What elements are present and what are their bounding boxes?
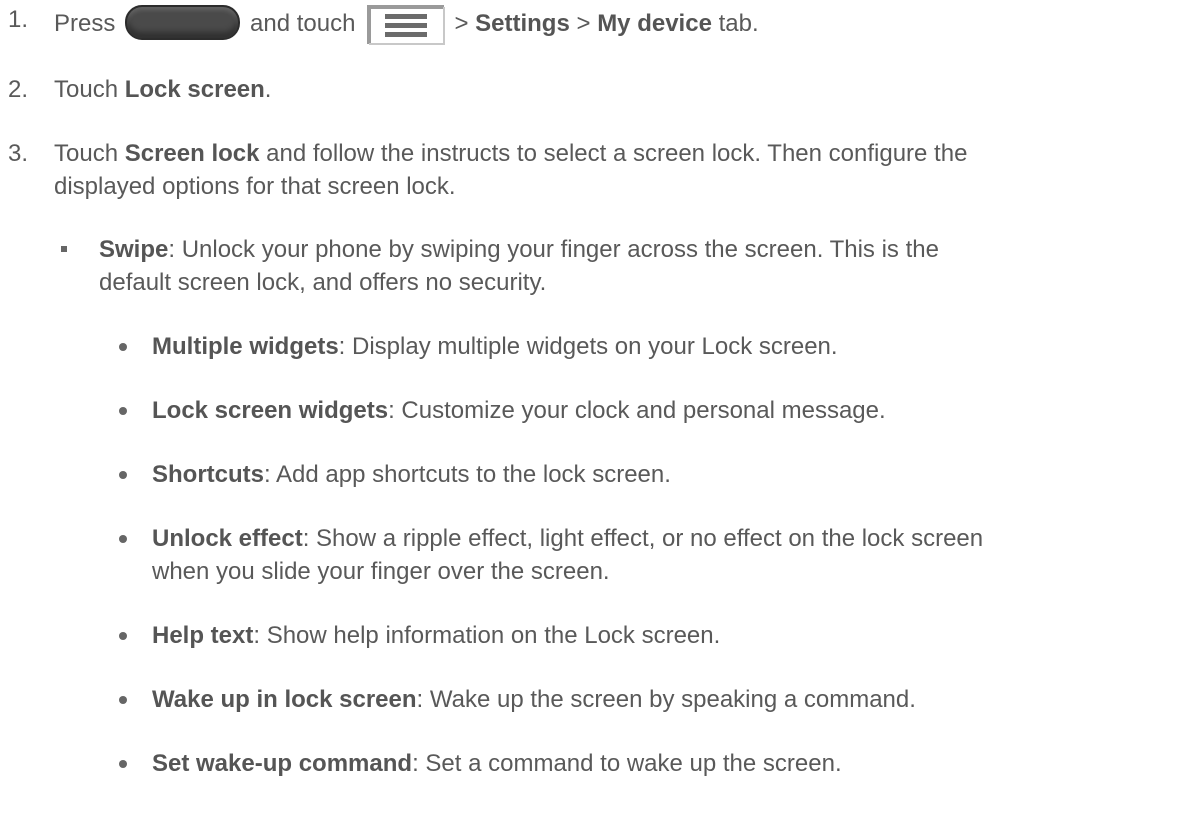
bullet-icon <box>119 343 127 351</box>
home-key-icon <box>125 5 241 40</box>
step-1-press: Press <box>54 10 116 37</box>
step-3-prefix: Touch <box>54 140 119 167</box>
swipe-label: Swipe <box>99 236 169 263</box>
option-label: Help text <box>152 622 254 649</box>
step-3-line-1: Touch Screen lock and follow the instruc… <box>54 139 967 169</box>
bullet-icon <box>119 632 127 640</box>
option-label: Multiple widgets <box>152 333 339 360</box>
option-shortcuts: Shortcuts: Add app shortcuts to the lock… <box>152 460 671 490</box>
option-label: Lock screen widgets <box>152 397 389 424</box>
step-number-2: 2. <box>8 76 29 103</box>
option-text: : Show a ripple effect, light effect, or… <box>302 525 984 552</box>
option-text: : Set a command to wake up the screen. <box>412 750 842 777</box>
option-text: : Display multiple widgets on your Lock … <box>338 333 838 360</box>
bullet-icon <box>119 535 127 543</box>
step-1-sep2: > <box>576 10 591 37</box>
menu-key-icon <box>367 5 447 46</box>
option-unlock-effect-line-2: when you slide your finger over the scre… <box>152 558 610 585</box>
step-number-1: 1. <box>8 6 29 33</box>
option-lock-screen-widgets: Lock screen widgets: Customize your cloc… <box>152 396 886 426</box>
option-help-text: Help text: Show help information on the … <box>152 621 720 651</box>
bullet-icon <box>119 407 127 415</box>
option-label: Shortcuts <box>152 461 265 488</box>
step-2-prefix: Touch <box>54 76 119 103</box>
swipe-line-1: Swipe: Unlock your phone by swiping your… <box>99 235 939 265</box>
swipe-line1-rest: : Unlock your phone by swiping your fing… <box>168 236 939 263</box>
step-1-tab: tab. <box>718 10 759 37</box>
option-text: : Wake up the screen by speaking a comma… <box>416 686 916 713</box>
bullet-icon <box>119 471 127 479</box>
bullet-icon <box>119 696 127 704</box>
option-text: : Add app shortcuts to the lock screen. <box>264 461 671 488</box>
step-2-text: Touch Lock screen. <box>54 75 271 105</box>
settings-label: Settings <box>475 10 570 37</box>
step-1-text: Press and touch > Settings > My device t… <box>54 5 759 46</box>
step-1-and-touch: and touch <box>250 10 356 37</box>
step-1-sep1: > <box>454 10 469 37</box>
screen-lock-label: Screen lock <box>124 140 260 167</box>
option-label: Unlock effect <box>152 525 303 552</box>
option-label: Wake up in lock screen <box>152 686 417 713</box>
option-set-wake-up-command: Set wake-up command: Set a command to wa… <box>152 749 842 779</box>
step-2-suffix: . <box>264 76 272 103</box>
option-multiple-widgets: Multiple widgets: Display multiple widge… <box>152 332 838 362</box>
step-number-3: 3. <box>8 140 29 167</box>
swipe-line-2: default screen lock, and offers no secur… <box>99 269 547 296</box>
option-text: : Customize your clock and personal mess… <box>388 397 886 424</box>
my-device-label: My device <box>597 10 712 37</box>
option-text: : Show help information on the Lock scre… <box>253 622 721 649</box>
bullet-icon <box>119 760 127 768</box>
lock-screen-label: Lock screen <box>124 76 265 103</box>
option-wake-up-in-lock-screen: Wake up in lock screen: Wake up the scre… <box>152 685 916 715</box>
step-3-line1-rest: and follow the instructs to select a scr… <box>266 140 968 167</box>
step-3-line-2: displayed options for that screen lock. <box>54 173 456 200</box>
square-bullet-icon <box>61 246 67 252</box>
option-label: Set wake-up command <box>152 750 413 777</box>
option-unlock-effect: Unlock effect: Show a ripple effect, lig… <box>152 524 983 554</box>
